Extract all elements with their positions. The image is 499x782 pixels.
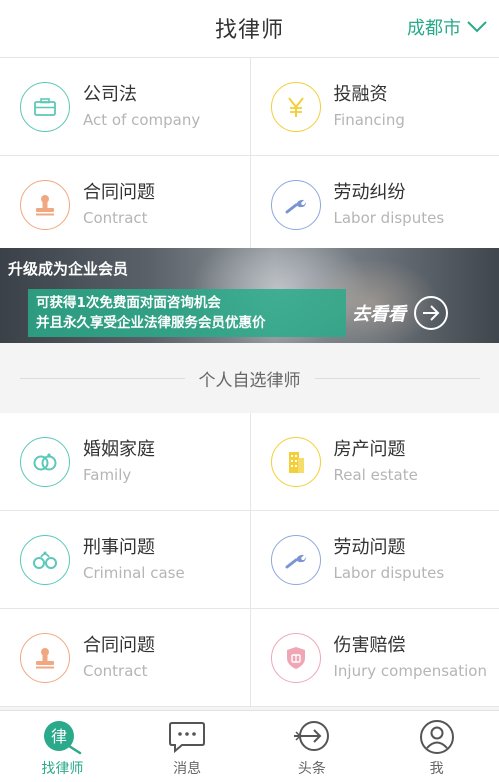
banner-title: 升级成为企业会员 xyxy=(8,260,129,278)
category-company-law[interactable]: 公司法 Act of company xyxy=(0,58,250,155)
category-title: 合同问题 xyxy=(83,634,155,656)
category-title: 公司法 xyxy=(83,83,137,105)
tab-label: 我 xyxy=(429,761,444,777)
category-title: 合同问题 xyxy=(83,181,155,203)
divider xyxy=(19,377,185,379)
category-subtitle: Contract xyxy=(83,661,148,680)
rings-icon xyxy=(20,436,70,487)
personal-category-grid: 婚姻家庭 Family 房产问题 Real estate 刑事问题 Crimin… xyxy=(0,413,499,707)
category-title: 伤害赔偿 xyxy=(333,634,406,656)
headline-arrow-icon xyxy=(293,721,329,751)
category-contract-personal[interactable]: 合同问题 Contract xyxy=(0,609,250,706)
category-financing[interactable]: 投融资 Financing xyxy=(249,58,499,155)
category-title: 投融资 xyxy=(333,83,388,105)
category-family[interactable]: 婚姻家庭 Family xyxy=(0,413,250,510)
chevron-down-icon xyxy=(467,21,487,33)
enterprise-member-banner[interactable]: 升级成为企业会员 可获得1次免费面对面咨询机会 并且永久享受企业法律服务会员优惠… xyxy=(0,248,499,343)
tab-find-lawyer[interactable]: 律 找律师 xyxy=(0,711,125,782)
category-contract[interactable]: 合同问题 Contract xyxy=(0,156,250,253)
tab-me[interactable]: 我 xyxy=(374,711,499,782)
banner-line-1: 可获得1次免费面对面咨询机会 xyxy=(36,295,221,311)
section-title: 个人自选律师 xyxy=(198,370,301,391)
category-subtitle: Family xyxy=(83,465,132,484)
tab-label: 头条 xyxy=(297,761,326,777)
category-subtitle: Labor disputes xyxy=(333,208,445,227)
wrench-icon xyxy=(270,179,321,230)
category-subtitle: Criminal case xyxy=(83,563,185,582)
arrow-right-icon xyxy=(414,296,448,330)
category-injury-compensation[interactable]: 伤害赔偿 Injury compensation xyxy=(249,609,499,706)
shield-compensation-icon xyxy=(270,632,321,683)
handcuffs-icon xyxy=(20,534,70,585)
city-label: 成都市 xyxy=(407,18,461,39)
briefcase-icon xyxy=(20,81,70,132)
category-real-estate[interactable]: 房产问题 Real estate xyxy=(249,413,499,510)
top-header: 找律师 成都市 xyxy=(0,0,499,58)
category-criminal-case[interactable]: 刑事问题 Criminal case xyxy=(0,511,250,608)
svg-text:律: 律 xyxy=(51,727,67,746)
category-labor-issues[interactable]: 劳动问题 Labor disputes xyxy=(249,511,499,608)
building-icon xyxy=(270,436,321,487)
yen-icon xyxy=(270,81,321,132)
category-subtitle: Injury compensation xyxy=(333,661,487,680)
chat-icon xyxy=(169,722,206,754)
category-title: 劳动问题 xyxy=(333,536,406,558)
category-subtitle: Labor disputes xyxy=(333,563,445,582)
category-title: 刑事问题 xyxy=(83,536,155,558)
banner-line-2: 并且永久享受企业法律服务会员优惠价 xyxy=(36,315,266,331)
tab-messages[interactable]: 消息 xyxy=(125,711,250,782)
category-title: 房产问题 xyxy=(333,438,406,460)
category-labor-disputes[interactable]: 劳动纠纷 Labor disputes xyxy=(249,156,499,253)
category-subtitle: Contract xyxy=(83,208,148,227)
wrench-icon xyxy=(270,534,321,585)
category-title: 劳动纠纷 xyxy=(333,181,406,203)
company-category-grid: 公司法 Act of company 投融资 Financing 合同问题 Co… xyxy=(0,58,499,254)
category-subtitle: Financing xyxy=(333,110,405,129)
category-subtitle: Act of company xyxy=(83,110,201,129)
banner-cta-label: 去看看 xyxy=(352,304,406,325)
stamp-icon xyxy=(20,179,70,230)
city-selector[interactable]: 成都市 xyxy=(407,14,487,40)
divider xyxy=(314,377,480,379)
lawyer-icon: 律 xyxy=(44,721,82,755)
tab-label: 消息 xyxy=(173,761,202,777)
category-subtitle: Real estate xyxy=(333,465,418,484)
banner-cta-button[interactable]: 去看看 xyxy=(352,296,448,330)
stamp-icon xyxy=(20,632,70,683)
section-header: 个人自选律师 xyxy=(0,343,499,413)
bottom-tab-bar: 律 找律师 消息 头条 我 xyxy=(0,710,499,782)
banner-offer: 可获得1次免费面对面咨询机会 并且永久享受企业法律服务会员优惠价 xyxy=(28,289,346,337)
user-icon xyxy=(419,720,454,754)
tab-label: 找律师 xyxy=(41,761,84,777)
category-title: 婚姻家庭 xyxy=(83,438,155,460)
tab-headlines[interactable]: 头条 xyxy=(250,711,375,782)
